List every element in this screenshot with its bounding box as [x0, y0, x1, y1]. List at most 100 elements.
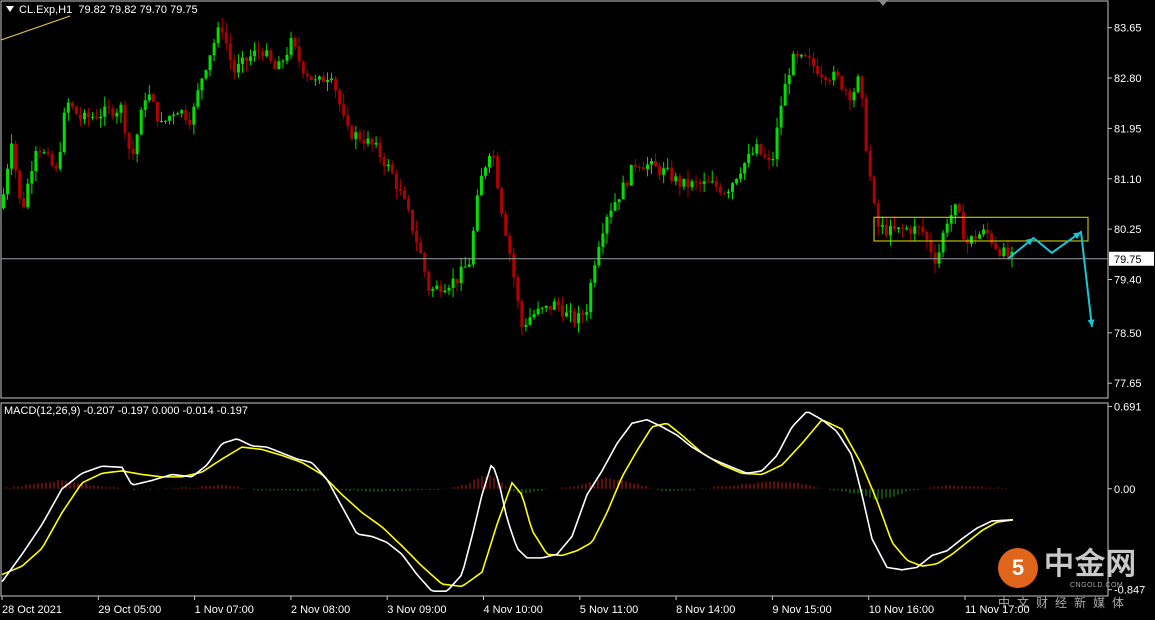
- candle: [552, 298, 556, 311]
- candle-body: [573, 311, 577, 324]
- candle-body: [694, 181, 698, 183]
- candle: [475, 189, 479, 233]
- candle-body: [528, 317, 532, 325]
- candle-body: [382, 157, 386, 167]
- candle: [581, 309, 585, 324]
- candle-body: [159, 121, 163, 123]
- candle: [370, 137, 374, 153]
- candle-body: [941, 232, 945, 253]
- candle-body: [390, 164, 394, 174]
- candle: [164, 120, 167, 124]
- candle-body: [706, 181, 710, 183]
- candle: [909, 225, 913, 241]
- candle: [917, 224, 921, 236]
- candle: [459, 257, 463, 292]
- candle: [18, 169, 22, 204]
- candle-body: [42, 152, 46, 154]
- candle: [236, 54, 240, 79]
- candle-body: [115, 112, 119, 117]
- candle-body: [779, 105, 783, 128]
- candle: [358, 128, 362, 143]
- candle-body: [269, 50, 273, 61]
- candle-body: [330, 78, 334, 81]
- candle-body: [66, 102, 70, 113]
- candle: [957, 202, 961, 214]
- candle: [46, 147, 50, 157]
- candle: [394, 169, 398, 199]
- candle-body: [419, 242, 423, 254]
- candle-body: [601, 233, 605, 247]
- candle: [645, 156, 649, 177]
- candle: [722, 190, 726, 195]
- candle-body: [496, 156, 500, 189]
- candle-body: [982, 229, 986, 235]
- candle-body: [569, 311, 572, 313]
- candle: [431, 286, 435, 297]
- candle-body: [735, 178, 739, 184]
- candle-body: [54, 165, 58, 169]
- candle: [791, 51, 795, 76]
- candle-body: [888, 226, 892, 236]
- candle-body: [726, 191, 730, 194]
- candle-body: [228, 43, 232, 61]
- candle-body: [483, 167, 487, 176]
- candle-body: [743, 163, 747, 174]
- candle: [609, 202, 613, 224]
- candle: [297, 37, 301, 68]
- time-tick-label: 2 Nov 08:00: [291, 604, 350, 616]
- candle: [6, 163, 10, 200]
- candle: [852, 87, 856, 108]
- candle-body: [127, 132, 131, 149]
- candle: [548, 305, 552, 315]
- candle-body: [30, 171, 34, 184]
- candle-body: [775, 127, 779, 160]
- candle: [965, 235, 969, 254]
- candle: [317, 75, 321, 84]
- candle-body: [1002, 247, 1006, 257]
- candle-body: [799, 54, 803, 57]
- dropdown-triangle-icon[interactable]: [6, 6, 14, 12]
- candle-body: [131, 148, 135, 154]
- candle: [670, 160, 674, 185]
- candle-body: [326, 80, 329, 83]
- candle: [467, 257, 471, 268]
- candle: [301, 59, 305, 79]
- candle-body: [783, 83, 787, 106]
- candle-body: [637, 166, 641, 168]
- candle-body: [731, 183, 734, 192]
- time-tick-label: 8 Nov 14:00: [676, 604, 735, 616]
- candle: [929, 232, 933, 259]
- candle-body: [265, 50, 269, 57]
- candle: [378, 136, 382, 164]
- candle: [654, 153, 658, 167]
- candle: [293, 36, 297, 51]
- candle: [714, 176, 718, 192]
- candle: [87, 108, 91, 127]
- candle-body: [253, 50, 257, 57]
- current-price-label: 79.75: [1114, 254, 1142, 266]
- candle-body: [686, 178, 690, 188]
- candle: [200, 77, 204, 100]
- candle: [589, 279, 593, 319]
- candle: [880, 216, 884, 235]
- candle: [986, 222, 990, 240]
- candle-body: [629, 164, 633, 186]
- candle-body: [945, 223, 949, 233]
- macd-signal-line: [1, 419, 1014, 588]
- candle: [848, 88, 852, 111]
- candle: [451, 268, 455, 298]
- candle: [925, 230, 929, 249]
- candle-body: [168, 116, 172, 121]
- candle-body: [358, 132, 362, 140]
- candle: [807, 47, 811, 67]
- trading-chart[interactable]: 83.65 82.80 81.95 81.10 80.25 79.40 78.50 77.65…: [0, 0, 1155, 620]
- candle: [10, 134, 14, 175]
- candle-body: [714, 181, 718, 187]
- candle: [666, 158, 670, 171]
- candle-body: [564, 312, 568, 317]
- candle-body: [297, 46, 301, 62]
- candle-body: [589, 282, 593, 313]
- candle-body: [832, 71, 836, 81]
- candle: [674, 172, 678, 186]
- candle-body: [180, 110, 184, 114]
